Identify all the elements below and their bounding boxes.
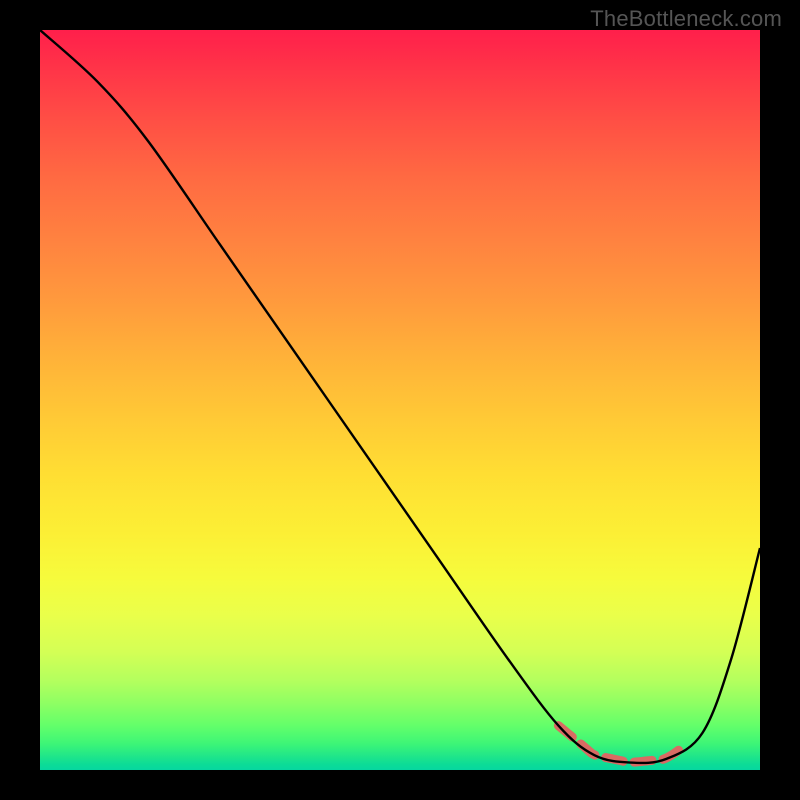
chart-background-gradient xyxy=(40,30,760,770)
watermark-text: TheBottleneck.com xyxy=(590,6,782,32)
chart-plot-area xyxy=(40,30,760,770)
